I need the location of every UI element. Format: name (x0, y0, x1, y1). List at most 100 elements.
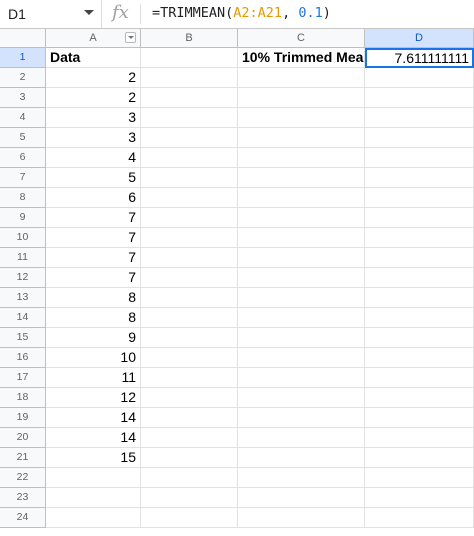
row-header-4[interactable]: 4 (0, 108, 46, 128)
row-header-18[interactable]: 18 (0, 388, 46, 408)
cell-b7[interactable] (141, 168, 238, 188)
cell-b20[interactable] (141, 428, 238, 448)
cell-b23[interactable] (141, 488, 238, 508)
cell-b2[interactable] (141, 68, 238, 88)
cell-d13[interactable] (365, 288, 474, 308)
cell-c5[interactable] (238, 128, 365, 148)
column-header-a[interactable]: A (46, 29, 141, 48)
cell-a1[interactable]: Data (46, 48, 141, 68)
cell-d19[interactable] (365, 408, 474, 428)
cell-c6[interactable] (238, 148, 365, 168)
row-header-20[interactable]: 20 (0, 428, 46, 448)
cell-b10[interactable] (141, 228, 238, 248)
row-header-22[interactable]: 22 (0, 468, 46, 488)
cell-c23[interactable] (238, 488, 365, 508)
row-header-6[interactable]: 6 (0, 148, 46, 168)
cell-b19[interactable] (141, 408, 238, 428)
cell-b11[interactable] (141, 248, 238, 268)
cell-b21[interactable] (141, 448, 238, 468)
cell-b6[interactable] (141, 148, 238, 168)
cell-b22[interactable] (141, 468, 238, 488)
cell-d10[interactable] (365, 228, 474, 248)
cell-c18[interactable] (238, 388, 365, 408)
cell-d11[interactable] (365, 248, 474, 268)
row-header-8[interactable]: 8 (0, 188, 46, 208)
row-header-19[interactable]: 19 (0, 408, 46, 428)
cell-a19[interactable]: 14 (46, 408, 141, 428)
cell-c20[interactable] (238, 428, 365, 448)
chevron-down-icon[interactable] (84, 10, 94, 15)
cell-c17[interactable] (238, 368, 365, 388)
row-header-2[interactable]: 2 (0, 68, 46, 88)
row-header-10[interactable]: 10 (0, 228, 46, 248)
cell-a15[interactable]: 9 (46, 328, 141, 348)
cell-c21[interactable] (238, 448, 365, 468)
cell-b15[interactable] (141, 328, 238, 348)
cell-d8[interactable] (365, 188, 474, 208)
cell-d2[interactable] (365, 68, 474, 88)
row-header-16[interactable]: 16 (0, 348, 46, 368)
cell-a13[interactable]: 8 (46, 288, 141, 308)
cell-c24[interactable] (238, 508, 365, 528)
cell-d23[interactable] (365, 488, 474, 508)
row-header-17[interactable]: 17 (0, 368, 46, 388)
cell-a12[interactable]: 7 (46, 268, 141, 288)
cell-c14[interactable] (238, 308, 365, 328)
cell-a3[interactable]: 2 (46, 88, 141, 108)
cell-a4[interactable]: 3 (46, 108, 141, 128)
cell-a16[interactable]: 10 (46, 348, 141, 368)
cell-c16[interactable] (238, 348, 365, 368)
formula-input[interactable]: =TRIMMEAN(A2:A21, 0.1) (152, 5, 331, 21)
cell-a6[interactable]: 4 (46, 148, 141, 168)
cell-d24[interactable] (365, 508, 474, 528)
cell-d6[interactable] (365, 148, 474, 168)
cell-b18[interactable] (141, 388, 238, 408)
cell-a5[interactable]: 3 (46, 128, 141, 148)
row-header-5[interactable]: 5 (0, 128, 46, 148)
cell-c19[interactable] (238, 408, 365, 428)
cell-d4[interactable] (365, 108, 474, 128)
row-header-13[interactable]: 13 (0, 288, 46, 308)
row-header-9[interactable]: 9 (0, 208, 46, 228)
cell-a14[interactable]: 8 (46, 308, 141, 328)
cell-c10[interactable] (238, 228, 365, 248)
column-header-d[interactable]: D (365, 29, 474, 48)
cell-c22[interactable] (238, 468, 365, 488)
cell-c8[interactable] (238, 188, 365, 208)
cell-a21[interactable]: 15 (46, 448, 141, 468)
cell-a10[interactable]: 7 (46, 228, 141, 248)
cell-b4[interactable] (141, 108, 238, 128)
cell-b12[interactable] (141, 268, 238, 288)
row-header-1[interactable]: 1 (0, 48, 46, 68)
row-header-24[interactable]: 24 (0, 508, 46, 528)
row-header-23[interactable]: 23 (0, 488, 46, 508)
column-header-c[interactable]: C (238, 29, 365, 48)
cell-c7[interactable] (238, 168, 365, 188)
cell-a8[interactable]: 6 (46, 188, 141, 208)
row-header-21[interactable]: 21 (0, 448, 46, 468)
name-box[interactable]: D1 (0, 0, 102, 28)
cell-d18[interactable] (365, 388, 474, 408)
filter-icon[interactable] (125, 32, 136, 43)
cell-c2[interactable] (238, 68, 365, 88)
cell-b13[interactable] (141, 288, 238, 308)
cell-c15[interactable] (238, 328, 365, 348)
cell-c9[interactable] (238, 208, 365, 228)
cell-a11[interactable]: 7 (46, 248, 141, 268)
cell-a22[interactable] (46, 468, 141, 488)
cell-d16[interactable] (365, 348, 474, 368)
cell-c11[interactable] (238, 248, 365, 268)
row-header-15[interactable]: 15 (0, 328, 46, 348)
row-header-7[interactable]: 7 (0, 168, 46, 188)
cell-a7[interactable]: 5 (46, 168, 141, 188)
cell-a18[interactable]: 12 (46, 388, 141, 408)
cell-b17[interactable] (141, 368, 238, 388)
cell-b1[interactable] (141, 48, 238, 68)
cell-d14[interactable] (365, 308, 474, 328)
cell-b5[interactable] (141, 128, 238, 148)
cell-d1[interactable]: 7.611111111 (365, 48, 474, 68)
cell-b3[interactable] (141, 88, 238, 108)
cell-c13[interactable] (238, 288, 365, 308)
cell-a2[interactable]: 2 (46, 68, 141, 88)
cell-d3[interactable] (365, 88, 474, 108)
